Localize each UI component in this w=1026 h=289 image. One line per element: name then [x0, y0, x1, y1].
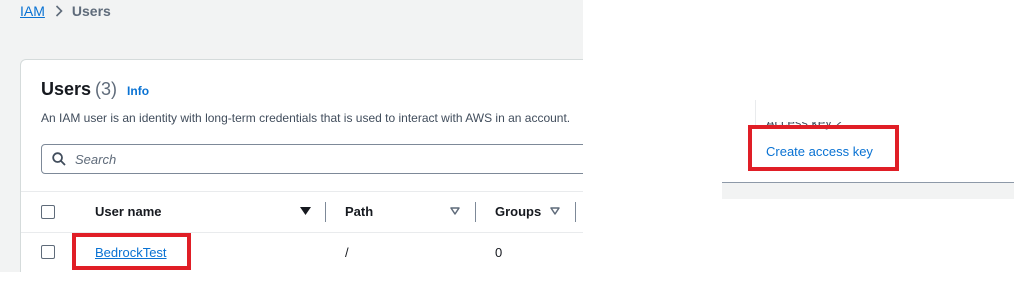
panel-footer [722, 183, 1014, 199]
column-divider[interactable] [575, 202, 576, 222]
search-input[interactable] [73, 150, 557, 168]
breadcrumb-iam-link[interactable]: IAM [20, 3, 45, 19]
breadcrumb-current: Users [71, 3, 111, 19]
user-groups-count: 0 [495, 245, 503, 260]
iam-users-panel: IAM Users Users (3) Info An IAM user is … [0, 0, 583, 272]
search-field[interactable] [41, 144, 583, 174]
breadcrumb: IAM Users [20, 3, 111, 19]
user-path: / [345, 245, 349, 260]
table-header-row: User name Path Groups [21, 192, 583, 232]
filter-caret-icon[interactable] [550, 207, 560, 215]
page-title: Users (3) Info [41, 79, 149, 100]
users-title: Users [41, 79, 92, 99]
column-header-path[interactable]: Path [345, 204, 373, 219]
select-all-checkbox[interactable] [41, 205, 55, 219]
column-header-groups[interactable]: Groups [495, 204, 541, 219]
search-icon [52, 152, 66, 166]
highlight-box-create-access-key [748, 125, 899, 171]
chevron-right-icon [55, 5, 63, 17]
row-select-checkbox[interactable] [41, 245, 55, 259]
access-key-divider [755, 100, 756, 128]
users-count: (3) [95, 79, 118, 99]
column-divider[interactable] [325, 202, 326, 222]
sort-descending-icon[interactable] [300, 207, 311, 215]
highlight-box-user-link [72, 233, 191, 270]
column-divider[interactable] [475, 202, 476, 222]
column-header-user-name[interactable]: User name [95, 204, 161, 219]
filter-caret-icon[interactable] [450, 207, 460, 215]
info-link[interactable]: Info [127, 84, 149, 98]
users-description: An IAM user is an identity with long-ter… [41, 111, 571, 125]
